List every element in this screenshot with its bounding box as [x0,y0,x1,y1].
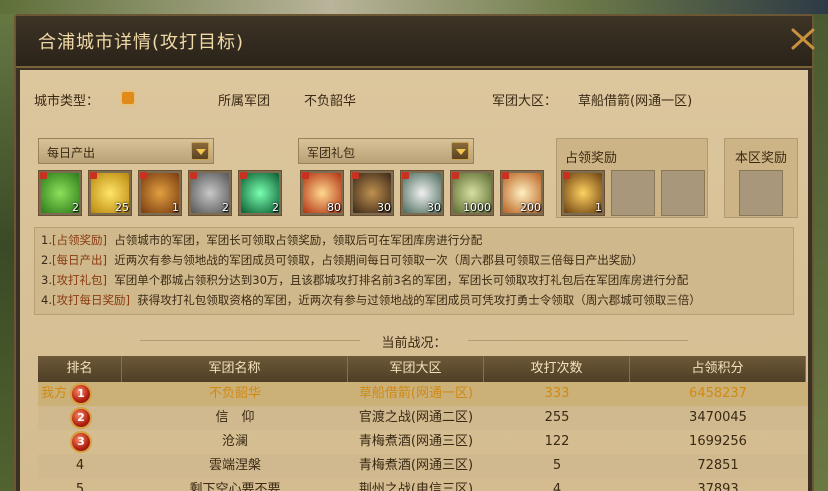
legion-value: 不负韶华 [304,94,357,109]
rank-medal-icon: 2 [70,407,92,429]
col-header-region: 军团大区 [348,356,484,382]
col-header-name: 军团名称 [122,356,348,382]
daily-item[interactable]: 2 [188,170,232,216]
region-label: 军团大区： [492,94,558,109]
gift-item[interactable]: 1000 [450,170,494,216]
gift-item[interactable]: 200 [500,170,544,216]
battle-status-title: 当前战况： [381,336,447,351]
table-row[interactable]: 2 信 仰 官渡之战(网通二区) 255 3470045 [38,406,808,430]
daily-item[interactable]: 2 [38,170,82,216]
chevron-down-icon[interactable] [451,142,469,160]
title-bar: 合浦城市详情(攻打目标) [16,16,815,68]
occupy-item[interactable]: 1 [561,170,605,216]
gift-item[interactable]: 30 [350,170,394,216]
daily-output-label: 每日产出 [47,146,96,160]
note-row: 4.[攻打每日奖励] 获得攻打礼包领取资格的军团，近两次有参与过领地战的军团成员… [41,293,701,307]
close-icon[interactable] [790,22,816,54]
table-row[interactable]: 4 雲端涅槃 青梅煮酒(网通三区) 5 72851 [38,454,808,478]
legion-gift-label: 军团礼包 [307,146,356,160]
gift-item[interactable]: 80 [300,170,344,216]
table-row[interactable]: 我方 1 不负韶华 草船借箭(网通一区) 333 6458237 [38,382,808,406]
chevron-down-icon[interactable] [191,142,209,160]
note-row: 2.[每日产出] 近两次有参与领地战的军团成员可领取，占领期间每日可领取一次（周… [41,253,644,267]
gift-item[interactable]: 30 [400,170,444,216]
legion-gift-dropdown[interactable]: 军团礼包 [298,138,474,164]
occupy-reward-label: 占领奖励 [565,151,618,166]
window-title: 合浦城市详情(攻打目标) [38,32,245,53]
daily-item[interactable]: 25 [88,170,132,216]
empty-slot [611,170,655,216]
city-type-icon [122,92,134,104]
daily-item[interactable]: 1 [138,170,182,216]
table-row[interactable]: 5 剩下空心要不要 荆州之战(电信三区) 4 37893 [38,478,808,491]
region-value: 草船借箭(网通一区) [578,94,693,109]
rank-medal-icon: 3 [70,431,92,453]
rules-notes: 1.[占领奖励] 占领城市的军团，军团长可领取占领奖励，领取后可在军团库房进行分… [34,227,794,315]
region-reward-label: 本区奖励 [734,151,787,166]
note-row: 3.[攻打礼包] 军团单个郡城占领积分达到30万，且该郡城攻打排名前3名的军团，… [41,273,689,287]
table-row[interactable]: 3 沧澜 青梅煮酒(网通三区) 122 1699256 [38,430,808,454]
empty-slot [661,170,705,216]
region-reward-box: 本区奖励 [724,138,798,218]
col-header-rank: 排名 [38,356,122,382]
daily-item[interactable]: 2 [238,170,282,216]
city-type-label: 城市类型： [34,94,100,109]
battle-status-heading: 当前战况： [20,332,808,351]
empty-slot [739,170,783,216]
col-header-attacks: 攻打次数 [484,356,630,382]
occupy-reward-box: 占领奖励 1 [556,138,708,218]
note-row: 1.[占领奖励] 占领城市的军团，军团长可领取占领奖励，领取后可在军团库房进行分… [41,233,483,247]
content-panel: 城市类型： 所属军团 不负韶华 军团大区： 草船借箭(网通一区) 每日产出 军团… [20,70,808,491]
daily-output-dropdown[interactable]: 每日产出 [38,138,214,164]
col-header-score: 占领积分 [630,356,806,382]
city-detail-window: 合浦城市详情(攻打目标) 城市类型： 所属军团 不负韶华 军团大区： 草船借箭(… [14,14,815,491]
rank-medal-icon: 1 [70,383,92,405]
legion-label: 所属军团 [218,94,271,109]
